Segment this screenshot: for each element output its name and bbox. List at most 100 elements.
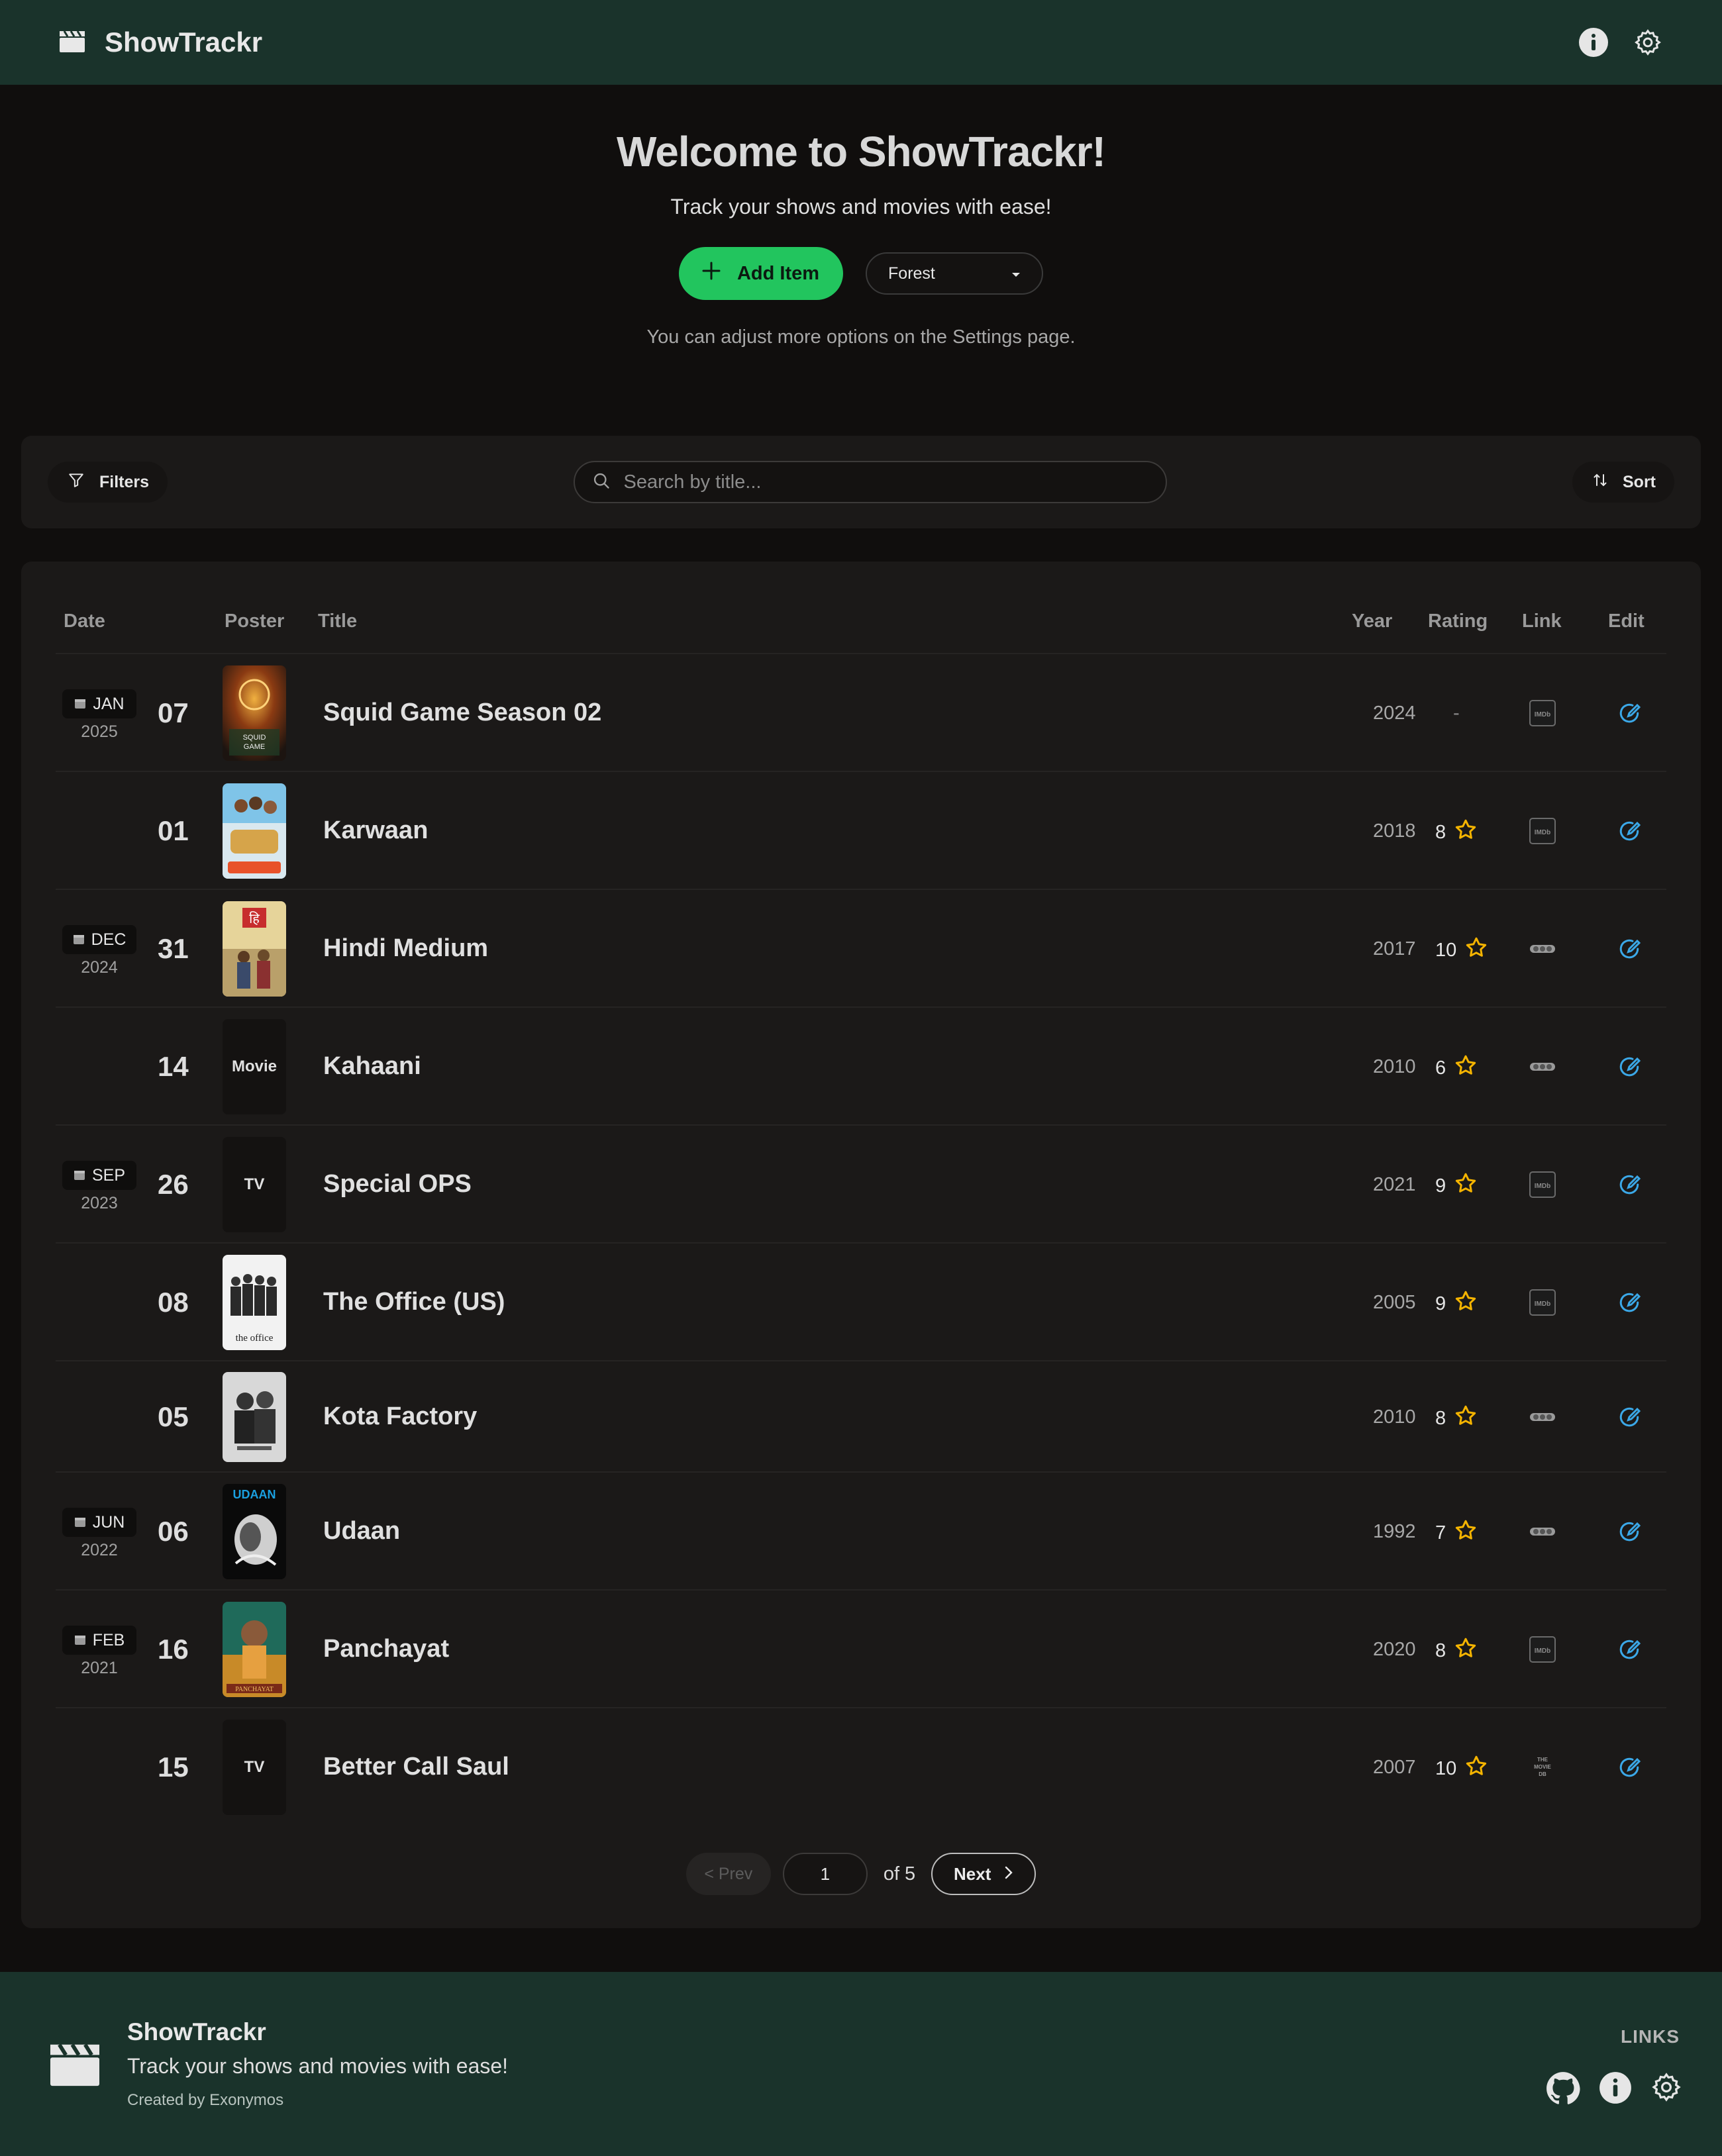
date-month-badge: FEB — [62, 1626, 136, 1655]
date-month: FEB — [92, 1630, 125, 1649]
shows-table-card: Date Poster Title Year Rating Link Edit … — [21, 562, 1701, 1928]
star-icon — [1464, 1754, 1488, 1783]
more-dots-icon[interactable] — [1527, 934, 1558, 964]
table-row[interactable]: JAN 2025 07 SQUID GAME Squid Game Season 02 20… — [56, 654, 1666, 772]
item-title[interactable]: Kahaani — [323, 1052, 421, 1081]
sort-label: Sort — [1623, 472, 1656, 491]
svg-text:GAME: GAME — [244, 743, 265, 751]
star-icon — [1454, 818, 1478, 847]
item-title[interactable]: Karwaan — [323, 816, 428, 845]
theme-select[interactable]: Forest — [866, 252, 1044, 295]
item-title[interactable]: Hindi Medium — [323, 934, 488, 963]
table-row[interactable]: 05 Kota Factory 2010 8 — [56, 1361, 1666, 1473]
prev-page-button[interactable]: < Prev — [685, 1853, 771, 1895]
item-title[interactable]: The Office (US) — [323, 1288, 505, 1316]
poster-placeholder[interactable]: Movie — [223, 1019, 286, 1114]
item-title[interactable]: Udaan — [323, 1517, 400, 1545]
svg-text:PANCHAYAT: PANCHAYAT — [235, 1686, 274, 1693]
gear-icon[interactable] — [1650, 2071, 1682, 2109]
date-day: 07 — [158, 697, 189, 728]
add-item-button[interactable]: Add Item — [678, 247, 844, 300]
table-row[interactable]: 15 TV Better Call Saul 2007 10 THE MOVIE DB — [56, 1708, 1666, 1826]
poster-image[interactable]: हि — [223, 901, 286, 997]
table-row[interactable]: 14 Movie Kahaani 2010 6 — [56, 1008, 1666, 1126]
next-page-button[interactable]: Next — [931, 1853, 1037, 1895]
date-day: 01 — [158, 815, 189, 846]
poster-placeholder[interactable]: TV — [223, 1720, 286, 1815]
star-icon — [1454, 1636, 1478, 1665]
more-dots-icon[interactable] — [1527, 1052, 1558, 1082]
date-year: 2025 — [81, 722, 118, 741]
edit-icon[interactable] — [1615, 1635, 1644, 1664]
svg-text:IMDb: IMDb — [1535, 829, 1550, 836]
more-dots-icon[interactable] — [1527, 1516, 1558, 1547]
header-edit: Edit — [1608, 611, 1645, 632]
chevron-down-icon — [1010, 264, 1022, 283]
imdb-icon[interactable]: IMDb — [1527, 698, 1558, 728]
edit-icon[interactable] — [1615, 1288, 1644, 1317]
list-toolbar: Filters Sort — [21, 436, 1701, 528]
filters-button[interactable]: Filters — [48, 462, 168, 503]
table-row[interactable]: SEP 2023 26 TV Special OPS 2021 9 IMDb — [56, 1126, 1666, 1244]
search-input[interactable] — [623, 471, 1148, 493]
header-actions — [1578, 26, 1664, 58]
table-row[interactable]: JUN 2022 06 UDAAN Udaan 1992 7 — [56, 1473, 1666, 1591]
edit-icon[interactable] — [1615, 1753, 1644, 1782]
sort-button[interactable]: Sort — [1572, 462, 1674, 503]
imdb-icon[interactable]: IMDb — [1527, 1287, 1558, 1318]
star-icon — [1454, 1171, 1478, 1200]
date-month-badge: JAN — [62, 689, 136, 718]
item-title[interactable]: Kota Factory — [323, 1402, 477, 1431]
imdb-icon[interactable]: IMDb — [1527, 816, 1558, 846]
imdb-icon[interactable]: IMDb — [1527, 1634, 1558, 1665]
edit-icon[interactable] — [1615, 1402, 1644, 1432]
info-icon[interactable] — [1599, 2071, 1632, 2109]
table-row[interactable]: 08 the office The Office (US) 2005 9 IMDb — [56, 1244, 1666, 1361]
header-date[interactable]: Date — [64, 611, 105, 632]
rating-value: - — [1453, 703, 1460, 724]
tmdb-icon[interactable]: THE MOVIE DB — [1527, 1752, 1558, 1783]
page-number-input[interactable] — [782, 1853, 868, 1895]
item-year: 2024 — [1373, 703, 1416, 724]
footer: ShowTrackr Track your shows and movies w… — [0, 1972, 1722, 2156]
edit-icon[interactable] — [1615, 1517, 1644, 1546]
edit-icon[interactable] — [1615, 699, 1644, 728]
brand[interactable]: ShowTrackr — [58, 26, 262, 58]
table-header: Date Poster Title Year Rating Link Edit — [56, 562, 1666, 654]
item-title[interactable]: Squid Game Season 02 — [323, 699, 601, 727]
poster-image[interactable] — [223, 1372, 286, 1462]
gear-icon[interactable] — [1632, 26, 1664, 58]
edit-icon[interactable] — [1615, 1052, 1644, 1081]
edit-icon[interactable] — [1615, 934, 1644, 963]
rating-value: 7 — [1435, 1522, 1446, 1544]
footer-credit[interactable]: Created by Exonymos — [127, 2091, 283, 2110]
imdb-icon[interactable]: IMDb — [1527, 1169, 1558, 1200]
item-title[interactable]: Special OPS — [323, 1170, 472, 1199]
header-poster: Poster — [225, 611, 285, 632]
more-dots-icon[interactable] — [1527, 1402, 1558, 1432]
edit-icon[interactable] — [1615, 816, 1644, 846]
header-year[interactable]: Year — [1352, 611, 1392, 632]
svg-text:THE: THE — [1537, 1757, 1548, 1763]
table-row[interactable]: 01 Karwaan 2018 8 IMDb — [56, 772, 1666, 890]
poster-image[interactable]: UDAAN — [223, 1484, 286, 1579]
poster-image[interactable]: the office — [223, 1255, 286, 1350]
edit-icon[interactable] — [1615, 1170, 1644, 1199]
rating-value: 8 — [1435, 1407, 1446, 1429]
header-title[interactable]: Title — [318, 611, 357, 632]
github-icon[interactable] — [1546, 2071, 1580, 2109]
footer-app-name: ShowTrackr — [127, 2018, 266, 2045]
header-rating[interactable]: Rating — [1428, 611, 1488, 632]
poster-image[interactable]: SQUID GAME — [223, 665, 286, 761]
item-title[interactable]: Better Call Saul — [323, 1753, 509, 1781]
poster-placeholder[interactable]: TV — [223, 1137, 286, 1232]
star-icon — [1454, 1404, 1478, 1433]
table-row[interactable]: DEC 2024 31 हि Hindi Medium 2017 10 — [56, 890, 1666, 1008]
calendar-icon — [74, 1166, 85, 1185]
item-title[interactable]: Panchayat — [323, 1635, 449, 1663]
poster-image[interactable]: PANCHAYAT — [223, 1602, 286, 1697]
date-month: JUN — [92, 1512, 125, 1532]
info-icon[interactable] — [1578, 26, 1609, 58]
poster-image[interactable] — [223, 783, 286, 879]
table-row[interactable]: FEB 2021 16 PANCHAYAT Panchayat 2020 8 IMDb — [56, 1591, 1666, 1708]
